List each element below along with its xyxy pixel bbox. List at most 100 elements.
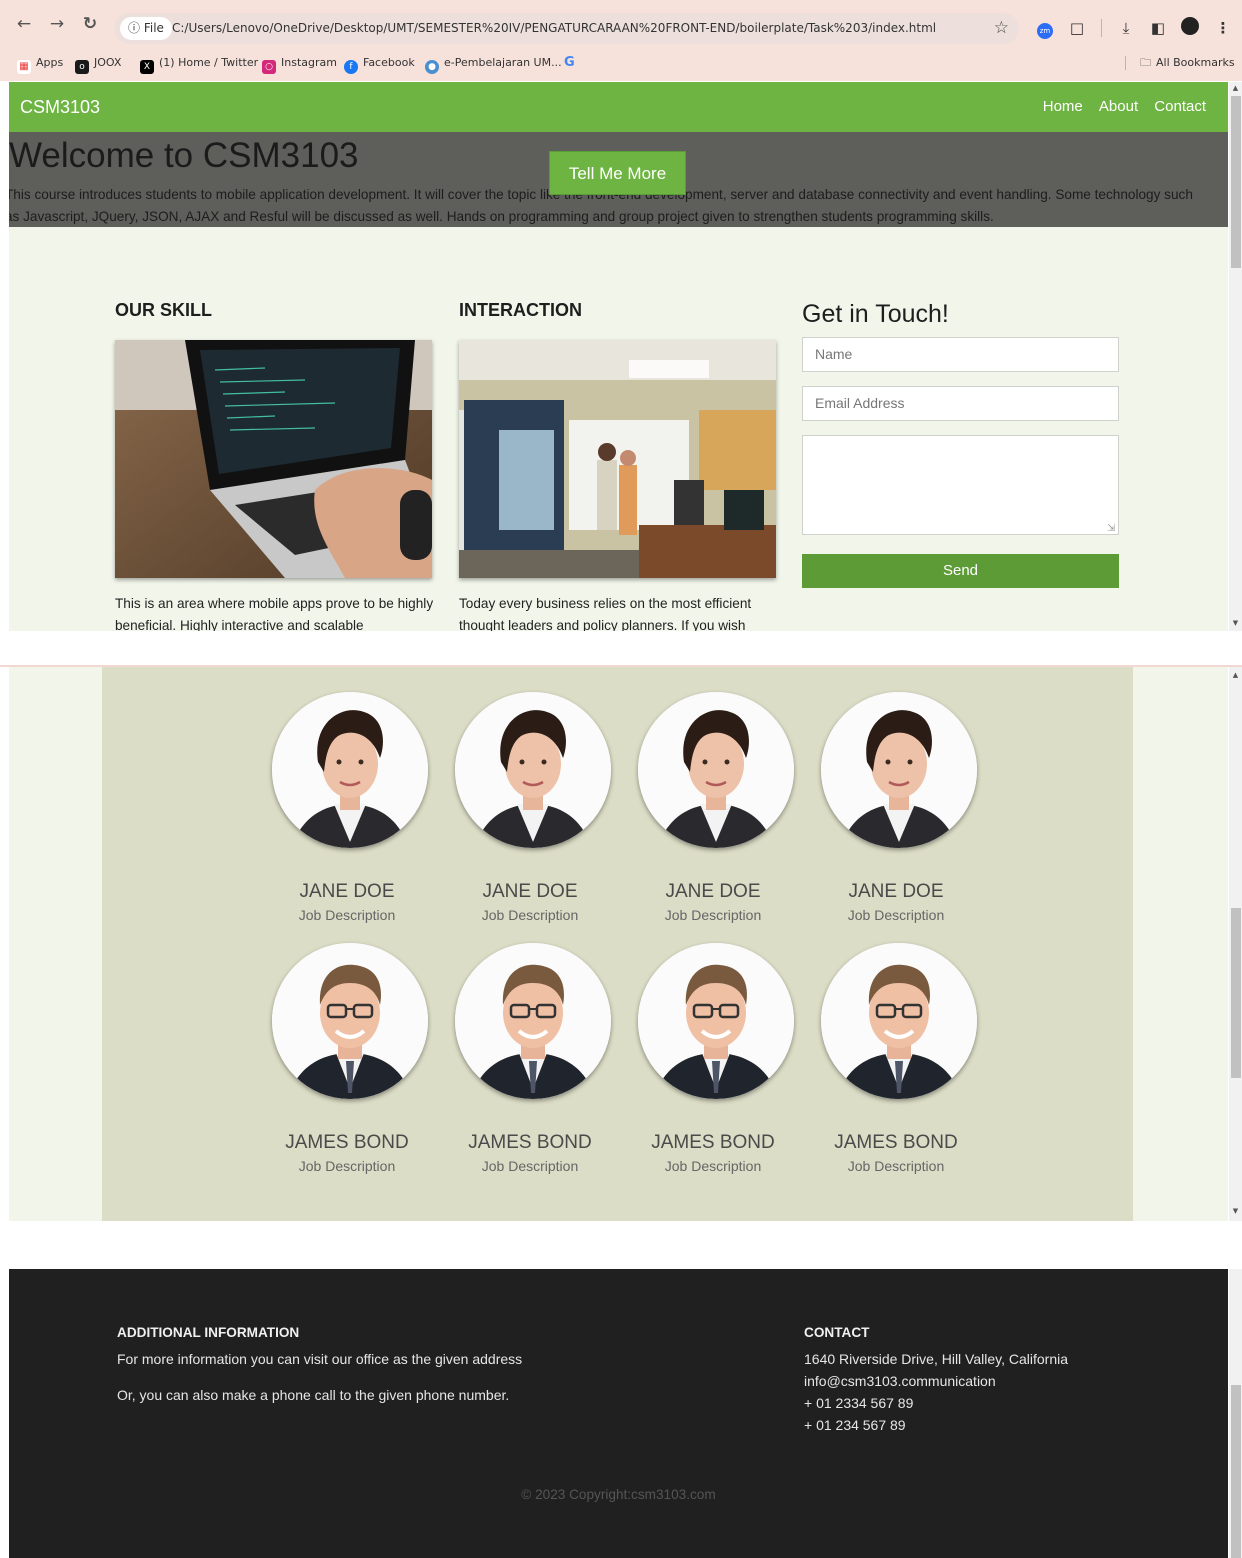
bookmark-joox[interactable]: o JOOX [75, 55, 121, 74]
site-info-label: File [143, 21, 164, 35]
scrollbar-bottom[interactable] [1229, 1269, 1242, 1558]
profile-avatar[interactable] [1179, 17, 1201, 39]
side-panel-icon[interactable]: ◧ [1147, 17, 1169, 39]
scroll-up-icon[interactable]: ▲ [1229, 671, 1242, 679]
member-name: JAMES BOND [285, 1132, 409, 1153]
menu-icon[interactable]: ⋮ [1212, 17, 1234, 39]
scrollbar-thumb[interactable] [1231, 96, 1241, 268]
bookmark-facebook[interactable]: f Facebook [344, 55, 415, 74]
extensions-icon[interactable]: □ [1066, 17, 1088, 39]
avatar [821, 692, 977, 848]
nav-about[interactable]: About [1099, 98, 1138, 115]
footer-email[interactable]: info@csm3103.communication [804, 1370, 996, 1392]
footer-info-title: ADDITIONAL INFORMATION [117, 1325, 300, 1340]
forward-icon[interactable]: → [47, 14, 67, 34]
reload-icon[interactable]: ↻ [80, 14, 100, 34]
address-bar[interactable]: ⓘ File C:/Users/Lenovo/OneDrive/Desktop/… [114, 13, 1019, 44]
avatar [638, 692, 794, 848]
footer-contact-title: CONTACT [804, 1325, 870, 1340]
bookmark-twitter[interactable]: X (1) Home / Twitter [140, 55, 259, 74]
bookmark-instagram[interactable]: ○ Instagram [262, 55, 337, 74]
footer-phone2: + 01 234 567 89 [804, 1417, 906, 1433]
name-field[interactable]: Name [802, 337, 1119, 372]
avatar [455, 943, 611, 1099]
site-footer: ADDITIONAL INFORMATION For more informat… [9, 1269, 1228, 1558]
scroll-up-icon[interactable]: ▲ [1229, 84, 1242, 92]
scrollbar-thumb[interactable] [1231, 908, 1241, 1078]
page-top-section: CSM3103 Home About Contact Welcome to CS… [9, 82, 1228, 631]
avatar [455, 692, 611, 848]
site-navbar: CSM3103 Home About Contact [9, 82, 1228, 132]
send-button[interactable]: Send [802, 554, 1119, 588]
scrollbar-top[interactable]: ▲ ▼ [1229, 82, 1242, 631]
member-name: JANE DOE [848, 881, 944, 902]
url-text[interactable]: C:/Users/Lenovo/OneDrive/Desktop/UMT/SEM… [172, 13, 936, 44]
member-name: JANE DOE [665, 881, 761, 902]
all-bookmarks-label: All Bookmarks [1156, 56, 1235, 69]
bookmark-label: Instagram [281, 56, 337, 69]
site-info-chip[interactable]: ⓘ File [120, 17, 172, 40]
team-container: JANE DOE Job Description JANE DOE Job De… [102, 667, 1133, 1221]
page-team-section: JANE DOE Job Description JANE DOE Job De… [9, 667, 1228, 1221]
download-icon[interactable]: ⤓ [1115, 17, 1137, 39]
member-name: JAMES BOND [468, 1132, 592, 1153]
bookmark-google[interactable]: G [564, 55, 575, 71]
bookmark-label: Facebook [363, 56, 415, 69]
toolbar-divider [1101, 19, 1102, 37]
bookmarks-divider [1125, 56, 1126, 70]
footer-address: 1640 Riverside Drive, Hill Valley, Calif… [804, 1351, 1069, 1367]
avatar [272, 943, 428, 1099]
back-icon[interactable]: ← [14, 14, 34, 34]
member-name: JANE DOE [299, 881, 395, 902]
zoom-extension-icon[interactable]: zm [1034, 17, 1056, 39]
instagram-icon: ○ [262, 60, 276, 74]
scrollbar-middle[interactable]: ▲ ▼ [1229, 667, 1242, 1221]
scroll-down-icon[interactable]: ▼ [1229, 1207, 1242, 1215]
browser-chrome: ← → ↻ ⓘ File C:/Users/Lenovo/OneDrive/De… [0, 0, 1242, 81]
apps-grid-icon: ▦ [17, 60, 31, 74]
member-job: Job Description [664, 907, 762, 923]
member-job: Job Description [298, 1158, 396, 1174]
skill-title: OUR SKILL [115, 300, 212, 320]
facebook-icon: f [344, 60, 358, 74]
skill-text: This is an area where mobile apps prove … [115, 596, 434, 631]
globe-icon: ● [425, 60, 439, 74]
bookmark-epembelajaran[interactable]: ● e-Pembelajaran UM... [425, 55, 562, 74]
interaction-title: INTERACTION [459, 300, 582, 320]
member-job: Job Description [481, 1158, 579, 1174]
scrollbar-thumb[interactable] [1231, 1385, 1241, 1558]
avatar [272, 692, 428, 848]
site-brand[interactable]: CSM3103 [20, 82, 100, 132]
bookmark-label: (1) Home / Twitter [159, 56, 259, 69]
member-name: JAMES BOND [834, 1132, 958, 1153]
nav-home[interactable]: Home [1043, 98, 1083, 115]
tell-me-more-button[interactable]: Tell Me More [549, 151, 686, 195]
bookmark-label: e-Pembelajaran UM... [444, 56, 562, 69]
email-field[interactable]: Email Address [802, 386, 1119, 421]
member-name: JAMES BOND [651, 1132, 775, 1153]
nav-links: Home About Contact [1031, 82, 1206, 132]
avatar [821, 943, 977, 1099]
x-icon: X [140, 60, 154, 74]
folder-icon: 🗀 [1140, 56, 1151, 69]
bookmark-star-icon[interactable]: ☆ [994, 13, 1009, 44]
member-job: Job Description [298, 907, 396, 923]
resize-handle-icon[interactable]: ⇲ [1107, 523, 1115, 534]
interaction-text: Today every business relies on the most … [459, 596, 752, 631]
member-job: Job Description [847, 907, 945, 923]
scroll-down-icon[interactable]: ▼ [1229, 619, 1242, 627]
copyright-text: © 2023 Copyright:csm3103.com [521, 1487, 716, 1502]
info-icon: ⓘ [128, 21, 141, 35]
footer-info-line2: Or, you can also make a phone call to th… [117, 1387, 510, 1403]
nav-contact[interactable]: Contact [1154, 98, 1206, 115]
classroom-photo [459, 340, 776, 578]
bookmark-label: Apps [36, 56, 64, 69]
message-textarea[interactable] [802, 435, 1119, 535]
google-icon: G [564, 55, 575, 70]
joox-icon: o [75, 60, 89, 74]
footer-phone1: + 01 2334 567 89 [804, 1395, 914, 1411]
all-bookmarks[interactable]: 🗀 All Bookmarks [1140, 55, 1235, 71]
bookmarks-bar: ▦ Apps o JOOX X (1) Home / Twitter ○ Instagr… [0, 50, 1242, 76]
laptop-photo [115, 340, 432, 578]
bookmark-apps[interactable]: ▦ Apps [17, 55, 64, 74]
